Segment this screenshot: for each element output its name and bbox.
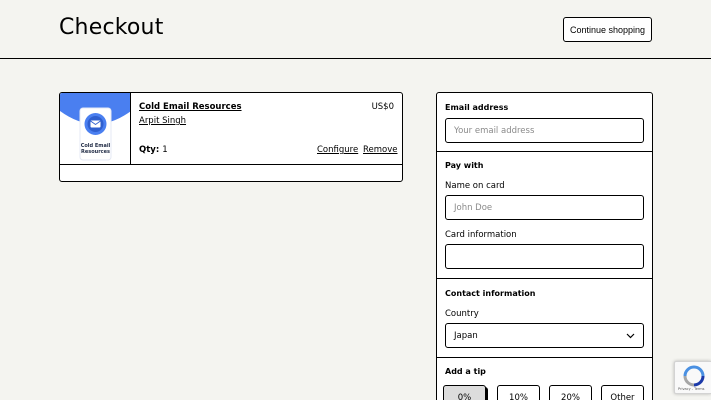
recaptcha-badge[interactable]: Privacy - Terms bbox=[674, 361, 711, 394]
seller-link[interactable]: Arpit Singh bbox=[139, 116, 186, 126]
qty-value: 1 bbox=[162, 145, 168, 155]
remove-link[interactable]: Remove bbox=[363, 145, 398, 155]
price: US$0 bbox=[371, 102, 394, 112]
tip-option-0[interactable]: 0% bbox=[443, 385, 486, 400]
card-information-label: Card information bbox=[445, 230, 517, 240]
country-select[interactable]: Japan bbox=[445, 323, 644, 348]
tip-option-other[interactable]: Other bbox=[601, 385, 644, 400]
configure-link[interactable]: Configure bbox=[317, 145, 358, 155]
tip-option-20[interactable]: 20% bbox=[549, 385, 592, 400]
email-input[interactable]: Your email address bbox=[445, 118, 644, 143]
recaptcha-links[interactable]: Privacy - Terms bbox=[678, 387, 704, 391]
cart-item: Cold Email Resources Cold Email Resource… bbox=[60, 93, 402, 165]
qty-label: Qty: bbox=[139, 145, 160, 155]
recaptcha-logo-icon bbox=[683, 365, 705, 387]
email-section: Email address Your email address bbox=[437, 93, 652, 152]
name-on-card-label: Name on card bbox=[445, 181, 505, 191]
email-label: Email address bbox=[445, 103, 509, 112]
mail-icon bbox=[84, 113, 107, 135]
cart: Cold Email Resources Cold Email Resource… bbox=[59, 92, 403, 182]
card-information-input[interactable] bbox=[445, 244, 644, 269]
thumbnail-label: Cold Email Resources bbox=[80, 143, 111, 155]
pay-with-title: Pay with bbox=[445, 161, 484, 170]
product-name-link[interactable]: Cold Email Resources bbox=[139, 102, 242, 112]
product-thumbnail[interactable]: Cold Email Resources bbox=[60, 93, 131, 164]
contact-information-title: Contact information bbox=[445, 289, 536, 298]
country-value: Japan bbox=[454, 330, 478, 341]
quantity: Qty: 1 bbox=[139, 145, 168, 155]
checkout-form: Email address Your email address Pay wit… bbox=[436, 92, 653, 400]
country-label: Country bbox=[445, 309, 479, 319]
tip-option-10[interactable]: 10% bbox=[497, 385, 540, 400]
contact-section: Contact information Country Japan bbox=[437, 279, 652, 358]
continue-shopping-button[interactable]: Continue shopping bbox=[563, 17, 652, 42]
page-title: Checkout bbox=[59, 15, 164, 40]
page-header: Checkout Continue shopping bbox=[0, 0, 711, 59]
payment-section: Pay with Name on card John Doe Card info… bbox=[437, 152, 652, 279]
add-a-tip-title: Add a tip bbox=[445, 367, 486, 376]
name-on-card-input[interactable]: John Doe bbox=[445, 195, 644, 220]
chevron-down-icon bbox=[626, 333, 635, 338]
